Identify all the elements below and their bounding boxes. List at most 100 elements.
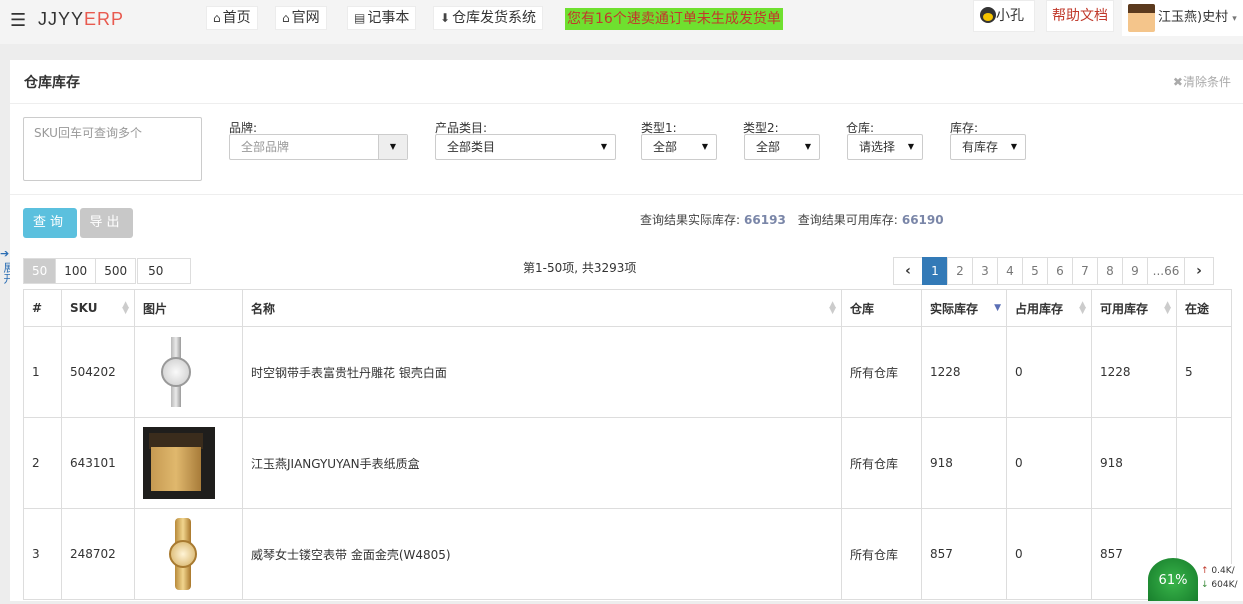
warehouse-select[interactable]: 请选择 ▼ (847, 134, 923, 160)
user-menu[interactable]: 江玉燕)史村 ▾ (1122, 0, 1243, 36)
nav-notepad-button[interactable]: ▤ 记事本 (347, 6, 417, 30)
menu-icon[interactable]: ☰ (10, 10, 26, 31)
col-actual-stock[interactable]: 实际库存 ▼ (921, 289, 1007, 327)
arrow-down-icon: ↓ (1201, 580, 1209, 590)
result-count: 第1-50项, 共3293项 (523, 261, 637, 275)
row-name: 时空钢带手表富贵牡丹雕花 银壳白面 (242, 326, 842, 418)
type2-select[interactable]: 全部 ▼ (744, 134, 820, 160)
page-3[interactable]: 3 (972, 257, 998, 285)
row-name: 江玉燕JIANGYUYAN手表纸质盒 (242, 417, 842, 509)
row-image[interactable] (134, 417, 243, 509)
network-speed-readout: ↑ 0.4K/ ↓ 604K/ (1198, 564, 1243, 601)
col-index: # (23, 289, 62, 327)
divider (10, 194, 1243, 195)
row-actual-stock: 918 (921, 417, 1007, 509)
caret-down-icon: ▼ (907, 142, 914, 151)
row-in-transit (1176, 417, 1232, 509)
category-select[interactable]: 全部类目 ▼ (435, 134, 616, 160)
caret-down-icon: ▼ (1010, 142, 1017, 151)
row-warehouse: 所有仓库 (841, 326, 922, 418)
row-image[interactable] (134, 326, 243, 418)
table-row[interactable]: 2 643101 江玉燕JIANGYUYAN手表纸质盒 所有仓库 918 0 9… (23, 417, 1232, 509)
help-docs-button[interactable]: 帮助文档 (1046, 0, 1114, 32)
caret-down-icon: ▼ (701, 142, 708, 151)
type1-select[interactable]: 全部 ▼ (641, 134, 717, 160)
top-navbar: ☰ JJYYERP ⌂ 首页 ⌂ 官网 ▤ 记事本 ⬇ 仓库发货系统 您有16个速卖通订… (0, 0, 1243, 44)
row-actual-stock: 1228 (921, 326, 1007, 418)
watch-box-image (143, 427, 215, 499)
sort-icon[interactable]: ▲ ▼ (122, 301, 129, 316)
actual-stock-total: 66193 (744, 213, 786, 227)
row-warehouse: 所有仓库 (841, 508, 922, 600)
sku-search-input[interactable]: SKU回车可查询多个 (23, 117, 202, 181)
next-page-button[interactable]: › (1184, 257, 1214, 285)
row-in-transit: 5 (1176, 326, 1232, 418)
page-size-100[interactable]: 100 (55, 258, 97, 284)
page-title: 仓库库存 (24, 75, 80, 91)
col-warehouse: 仓库 (841, 289, 922, 327)
network-monitor-widget[interactable]: 61% (1148, 558, 1198, 601)
sort-icon[interactable]: ▲ ▼ (1079, 301, 1086, 316)
col-available-stock[interactable]: 可用库存 ▲ ▼ (1091, 289, 1177, 327)
row-warehouse: 所有仓库 (841, 417, 922, 509)
order-alert-link[interactable]: 您有16个速卖通订单未生成发货单 (565, 8, 783, 30)
row-sku: 643101 (61, 417, 135, 509)
close-icon: ✖ (1172, 75, 1183, 89)
table-header-row: # SKU ▲ ▼ 图片 名称 ▲ ▼ 仓库 实际库存 ▼ 占用库存 ▲ ▼ 可用库存 ▲ ▼ 在… (23, 289, 1232, 327)
brand-select[interactable]: 全部品牌 ▼ (229, 134, 408, 160)
book-icon: ▤ (354, 11, 366, 25)
col-image: 图片 (134, 289, 243, 327)
stock-select[interactable]: 有库存 ▼ (950, 134, 1026, 160)
page-size-50[interactable]: 50 (23, 258, 57, 284)
col-name[interactable]: 名称 ▲ ▼ (242, 289, 842, 327)
page-size-500[interactable]: 500 (95, 258, 137, 284)
row-sku: 248702 (61, 508, 135, 600)
page-4[interactable]: 4 (997, 257, 1023, 285)
page-6[interactable]: 6 (1047, 257, 1073, 285)
avatar (1128, 4, 1155, 32)
user-name: 江玉燕)史村 (1158, 10, 1229, 25)
prev-page-button[interactable]: ‹ (893, 257, 923, 285)
clear-conditions-button[interactable]: ✖清除条件 (1173, 73, 1231, 90)
chevron-right-icon: ➔ (0, 247, 10, 260)
caret-down-icon[interactable]: ▼ (378, 135, 407, 159)
nav-home-button[interactable]: ⌂ 首页 (206, 6, 258, 30)
page-size-input[interactable]: 50 (137, 258, 192, 284)
page-8[interactable]: 8 (1097, 257, 1123, 285)
table-row[interactable]: 1 504202 时空钢带手表富贵牡丹雕花 银壳白面 所有仓库 1228 0 1… (23, 326, 1232, 418)
caret-down-icon: ▼ (600, 142, 607, 151)
page-2[interactable]: 2 (947, 257, 973, 285)
row-occupied-stock: 0 (1006, 417, 1092, 509)
row-index: 2 (23, 417, 62, 509)
row-index: 1 (23, 326, 62, 418)
sort-desc-icon[interactable]: ▼ (994, 304, 1001, 313)
divider (10, 103, 1243, 104)
query-button[interactable]: 查询 (23, 208, 77, 238)
page-last[interactable]: ...66 (1147, 257, 1185, 285)
home-icon: ⌂ (282, 11, 290, 25)
silver-watch-image (153, 337, 197, 407)
sort-icon[interactable]: ▲ ▼ (1164, 301, 1171, 316)
nav-website-button[interactable]: ⌂ 官网 (275, 6, 327, 30)
pagination: ‹ 1 2 3 4 5 6 7 8 9 ...66 › (893, 257, 1214, 285)
row-occupied-stock: 0 (1006, 508, 1092, 600)
row-image[interactable] (134, 508, 243, 600)
page-5[interactable]: 5 (1022, 257, 1048, 285)
page-9[interactable]: 9 (1122, 257, 1148, 285)
row-actual-stock: 857 (921, 508, 1007, 600)
col-sku[interactable]: SKU ▲ ▼ (61, 289, 135, 327)
expand-sidebar-tab[interactable]: ➔ 展开 (0, 246, 15, 289)
row-occupied-stock: 0 (1006, 326, 1092, 418)
page-1[interactable]: 1 (922, 257, 948, 285)
export-button[interactable]: 导出 (80, 208, 133, 238)
table-row[interactable]: 3 248702 威琴女士镂空表带 金面金壳(W4805) 所有仓库 857 0… (23, 508, 1232, 600)
gold-watch-image (163, 518, 203, 590)
qq-contact-button[interactable]: 小孔 (973, 0, 1035, 32)
app-logo[interactable]: JJYYERP (38, 9, 124, 30)
col-in-transit: 在途 (1176, 289, 1232, 327)
col-occupied-stock[interactable]: 占用库存 ▲ ▼ (1006, 289, 1092, 327)
nav-warehouse-shipping-button[interactable]: ⬇ 仓库发货系统 (433, 6, 544, 30)
penguin-icon (980, 7, 996, 23)
sort-icon[interactable]: ▲ ▼ (829, 301, 836, 316)
page-7[interactable]: 7 (1072, 257, 1098, 285)
